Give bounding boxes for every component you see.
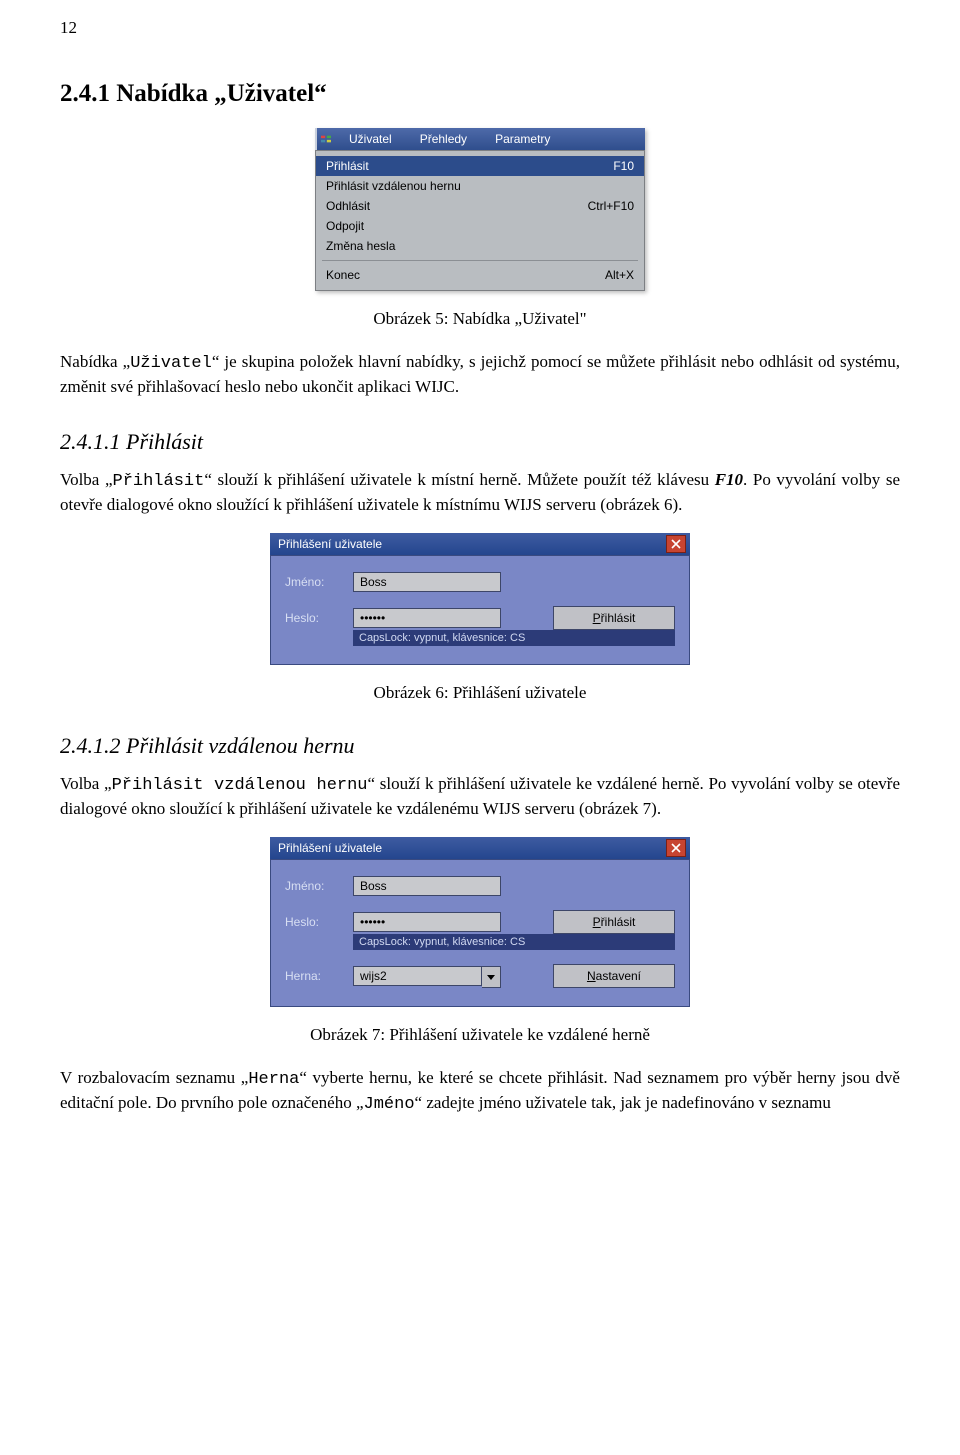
menubar-item-uzivatel[interactable]: Uživatel: [335, 128, 406, 150]
page-number: 12: [60, 18, 77, 38]
chevron-down-icon[interactable]: [482, 966, 501, 988]
status-bar: CapsLock: vypnut, klávesnice: CS: [353, 630, 675, 646]
dialog-body: Jméno: Boss Heslo: •••••• Přihlásit Caps…: [270, 555, 690, 665]
button-accel: P: [593, 915, 601, 929]
heading-2-4-1: 2.4.1 Nabídka „Uživatel“: [60, 80, 900, 108]
text: Volba „: [60, 774, 112, 793]
figure-6: Přihlášení uživatele Jméno: Boss Heslo: …: [60, 533, 900, 665]
code-text: Herna: [248, 1070, 299, 1089]
menu-uzivatel: Uživatel Přehledy Parametry Přihlásit F1…: [315, 128, 645, 291]
menubar-item-prehledy[interactable]: Přehledy: [406, 128, 481, 150]
login-dialog: Přihlášení uživatele Jméno: Boss Heslo: …: [270, 533, 690, 665]
nastaveni-button[interactable]: Nastavení: [553, 964, 675, 988]
code-text: Uživatel: [130, 354, 212, 373]
text: Volba „: [60, 470, 113, 489]
menu-item-zmena-hesla[interactable]: Změna hesla: [316, 236, 644, 256]
figure-7: Přihlášení uživatele Jméno: Boss Heslo: …: [60, 837, 900, 1007]
figure-5: Uživatel Přehledy Parametry Přihlásit F1…: [60, 128, 900, 291]
remote-login-dialog: Přihlášení uživatele Jméno: Boss Heslo: …: [270, 837, 690, 1007]
paragraph-3: Volba „Přihlásit vzdálenou hernu“ slouží…: [60, 773, 900, 821]
menu-item-label: Přihlásit: [326, 159, 369, 173]
close-icon[interactable]: [666, 535, 686, 553]
caption-figure-7: Obrázek 7: Přihlášení uživatele ke vzdál…: [60, 1025, 900, 1045]
menu-item-shortcut: Alt+X: [575, 268, 634, 282]
label-heslo: Heslo:: [285, 915, 353, 929]
jmeno-input[interactable]: Boss: [353, 876, 501, 896]
button-label: řihlásit: [601, 611, 636, 625]
menu-item-odpojit[interactable]: Odpojit: [316, 216, 644, 236]
text: Nabídka „: [60, 352, 130, 371]
heslo-input[interactable]: ••••••: [353, 608, 501, 628]
menu-item-label: Změna hesla: [326, 239, 395, 253]
menu-item-prihlasit[interactable]: Přihlásit F10: [316, 156, 644, 176]
prihlasit-button[interactable]: Přihlásit: [553, 910, 675, 934]
heslo-input[interactable]: ••••••: [353, 912, 501, 932]
button-accel: N: [587, 969, 596, 983]
row-jmeno: Jméno: Boss: [285, 876, 675, 896]
text: V rozbalovacím seznamu „: [60, 1068, 248, 1087]
herna-value[interactable]: wijs2: [353, 966, 482, 986]
herna-select[interactable]: wijs2: [353, 966, 501, 986]
menu-bar: Uživatel Přehledy Parametry: [315, 128, 645, 150]
heading-2-4-1-1: 2.4.1.1 Přihlásit: [60, 429, 900, 455]
paragraph-2: Volba „Přihlásit“ slouží k přihlášení už…: [60, 469, 900, 517]
paragraph-1: Nabídka „Uživatel“ je skupina položek hl…: [60, 351, 900, 399]
menu-item-shortcut: F10: [583, 159, 634, 173]
caption-figure-6: Obrázek 6: Přihlášení uživatele: [60, 683, 900, 703]
code-text: Přihlásit vzdálenou hernu: [112, 776, 368, 795]
label-jmeno: Jméno:: [285, 879, 353, 893]
paragraph-4: V rozbalovacím seznamu „Herna“ vyberte h…: [60, 1067, 900, 1117]
prihlasit-button[interactable]: Přihlásit: [553, 606, 675, 630]
menu-item-label: Přihlásit vzdálenou hernu: [326, 179, 461, 193]
text: “ slouží k přihlášení uživatele k místní…: [204, 470, 714, 489]
dialog-titlebar[interactable]: Přihlášení uživatele: [270, 533, 690, 555]
button-label: astavení: [596, 969, 641, 983]
button-label: řihlásit: [601, 915, 636, 929]
menu-separator: [322, 260, 638, 261]
close-icon[interactable]: [666, 839, 686, 857]
window-icon: [317, 134, 335, 144]
document-page: 12 2.4.1 Nabídka „Uživatel“ Uživatel Pře…: [0, 0, 960, 1455]
label-herna: Herna:: [285, 969, 353, 983]
caption-figure-5: Obrázek 5: Nabídka „Uživatel": [60, 309, 900, 329]
dialog-body: Jméno: Boss Heslo: •••••• Přihlásit Caps…: [270, 859, 690, 1007]
dialog-title: Přihlášení uživatele: [278, 537, 666, 551]
heading-2-4-1-2: 2.4.1.2 Přihlásit vzdálenou hernu: [60, 733, 900, 759]
code-text: Přihlásit: [113, 472, 205, 491]
code-text: Jméno: [364, 1095, 415, 1114]
menu-item-label: Odpojit: [326, 219, 364, 233]
row-jmeno: Jméno: Boss: [285, 572, 675, 592]
menu-item-label: Konec: [326, 268, 360, 282]
menubar-item-parametry[interactable]: Parametry: [481, 128, 564, 150]
menu-item-label: Odhlásit: [326, 199, 370, 213]
menu-item-prihlasit-vzdalenou[interactable]: Přihlásit vzdálenou hernu: [316, 176, 644, 196]
menu-item-konec[interactable]: Konec Alt+X: [316, 265, 644, 285]
dialog-title: Přihlášení uživatele: [278, 841, 666, 855]
button-accel: P: [593, 611, 601, 625]
dialog-titlebar[interactable]: Přihlášení uživatele: [270, 837, 690, 859]
menu-item-odhlasit[interactable]: Odhlásit Ctrl+F10: [316, 196, 644, 216]
menu-dropdown: Přihlásit F10 Přihlásit vzdálenou hernu …: [315, 150, 645, 291]
jmeno-input[interactable]: Boss: [353, 572, 501, 592]
text: “ zadejte jméno uživatele tak, jak je na…: [415, 1093, 831, 1112]
status-bar: CapsLock: vypnut, klávesnice: CS: [353, 934, 675, 950]
key-label: F10: [715, 470, 743, 489]
label-jmeno: Jméno:: [285, 575, 353, 589]
label-heslo: Heslo:: [285, 611, 353, 625]
menu-item-shortcut: Ctrl+F10: [558, 199, 634, 213]
